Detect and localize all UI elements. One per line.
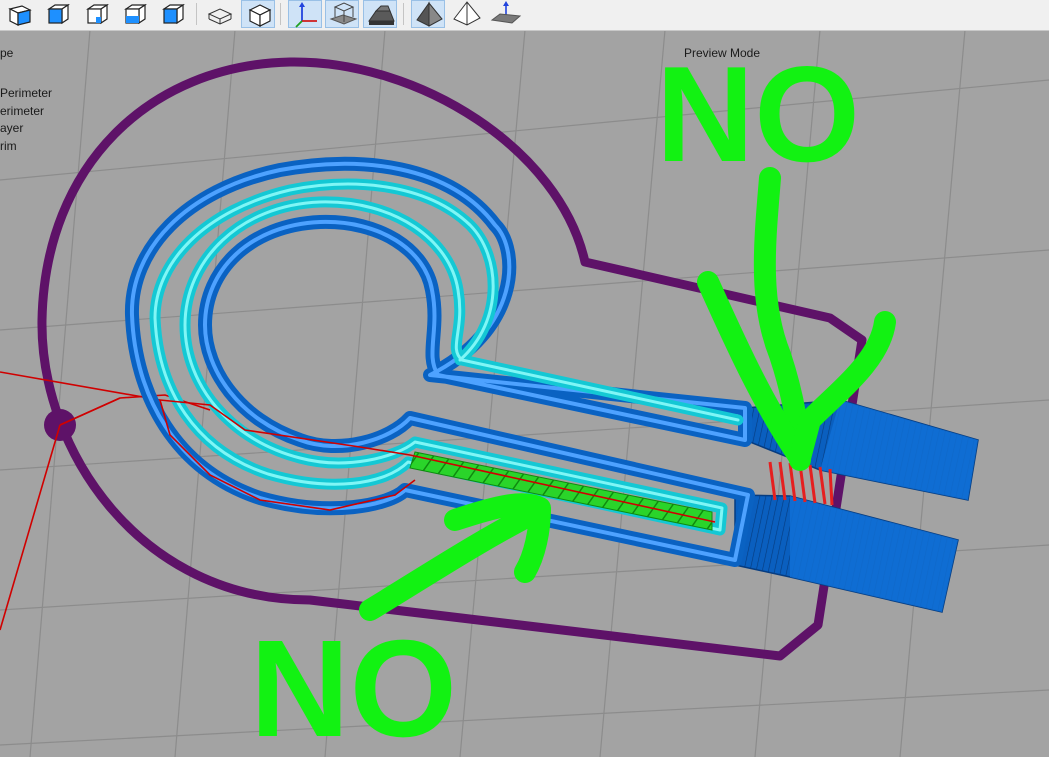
bounding-box-icon — [329, 2, 358, 25]
toolbar-separator — [403, 3, 404, 25]
shaded-view-button[interactable] — [363, 0, 397, 28]
axes-icon — [295, 2, 317, 28]
legend-item: erimeter — [0, 104, 45, 118]
slicer-window: pe Perimeter erimeter ayer rim Preview M… — [0, 0, 1049, 757]
annotation-no-top: NO — [656, 38, 860, 190]
toolbar-separator — [280, 3, 281, 25]
view-right-cube-icon — [162, 3, 185, 25]
view-top-button[interactable] — [80, 0, 114, 28]
view-iso-cube-icon — [8, 5, 32, 26]
view-front-button[interactable] — [40, 0, 74, 28]
wireframe-button[interactable] — [202, 0, 236, 28]
build-plate-icon — [490, 1, 522, 24]
solid-view-button[interactable] — [241, 0, 275, 28]
build-plate-button[interactable] — [488, 0, 522, 28]
pyramid-wire-icon — [453, 1, 481, 26]
solid-cube-icon — [248, 4, 272, 27]
annotation-no-bottom: NO — [250, 612, 457, 757]
3d-preview-viewport[interactable]: pe Perimeter erimeter ayer rim Preview M… — [0, 30, 1049, 757]
pyramid-wire-button[interactable] — [450, 0, 484, 28]
view-right-button[interactable] — [156, 0, 190, 28]
legend-item: rim — [0, 139, 17, 153]
show-axes-button[interactable] — [288, 0, 322, 28]
toolbar-separator — [196, 3, 197, 25]
legend-item: Perimeter — [0, 86, 53, 100]
view-top-cube-icon — [86, 3, 109, 25]
view-left-button[interactable] — [118, 0, 152, 28]
legend-item: ayer — [0, 121, 24, 135]
view-left-cube-icon — [124, 3, 147, 25]
view-toolbar — [0, 0, 1049, 31]
solid-shape-icon — [368, 5, 395, 25]
legend-item: pe — [0, 46, 14, 60]
view-iso-button[interactable] — [2, 0, 36, 28]
pyramid-solid-button[interactable] — [411, 0, 445, 28]
view-front-cube-icon — [47, 3, 70, 25]
toolpath-preview — [0, 30, 1049, 757]
wireframe-box-icon — [207, 8, 233, 25]
pyramid-solid-icon — [416, 1, 443, 27]
bounding-box-button[interactable] — [325, 0, 359, 28]
